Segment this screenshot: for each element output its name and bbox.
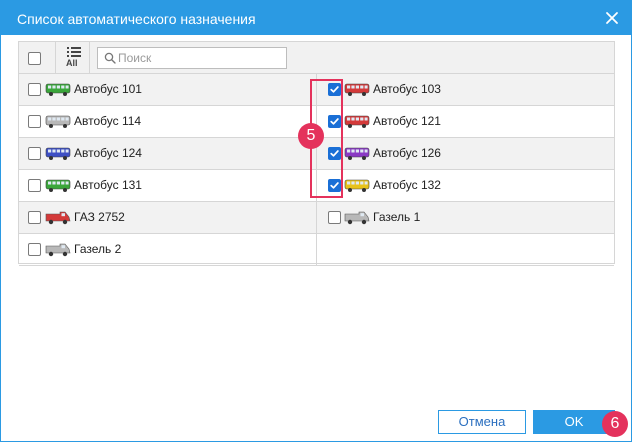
grid-toolbar: All: [19, 42, 614, 74]
all-label: All: [66, 58, 78, 68]
list-icon: [67, 47, 81, 57]
unit-name: Автобус 121: [373, 114, 441, 128]
search-icon: [104, 52, 116, 64]
unit-cell: Автобус 103: [317, 74, 614, 105]
bus-icon: [45, 146, 71, 166]
unit-cell: Автобус 126: [317, 138, 614, 169]
unit-cell: ГАЗ 2752: [19, 202, 317, 233]
unit-cell: Газель 1: [317, 202, 614, 233]
unit-cell: Автобус 114: [19, 106, 317, 137]
show-all-button[interactable]: All: [55, 42, 90, 73]
bus-icon: [45, 114, 71, 134]
unit-name: Автобус 131: [74, 178, 142, 192]
table-row: ГАЗ 2752 Газель 1: [19, 202, 614, 234]
close-icon[interactable]: [603, 9, 621, 27]
unit-name: Автобус 132: [373, 178, 441, 192]
unit-checkbox[interactable]: [328, 83, 341, 96]
annotation-badge-5: 5: [298, 123, 324, 149]
table-row: Автобус 101 Автобус 103: [19, 74, 614, 106]
unit-cell: Автобус 121: [317, 106, 614, 137]
search-box[interactable]: [97, 47, 287, 69]
unit-list: Автобус 101 Автобус 103 Автобус 114 Автобус…: [19, 74, 614, 266]
unit-checkbox[interactable]: [28, 179, 41, 192]
unit-name: Автобус 103: [373, 82, 441, 96]
bus-icon: [45, 82, 71, 102]
dialog-title: Список автоматического назначения: [17, 11, 256, 27]
unit-checkbox[interactable]: [328, 147, 341, 160]
unit-checkbox[interactable]: [328, 179, 341, 192]
unit-name: ГАЗ 2752: [74, 210, 125, 224]
unit-name: Автобус 126: [373, 146, 441, 160]
unit-checkbox[interactable]: [28, 147, 41, 160]
unit-grid: All Автобус 101Автобус 103Автобус 114Авт…: [18, 41, 615, 266]
unit-checkbox[interactable]: [28, 115, 41, 128]
unit-checkbox[interactable]: [28, 211, 41, 224]
bus-icon: [45, 178, 71, 198]
unit-cell: Автобус 132: [317, 170, 614, 201]
unit-cell: Автобус 131: [19, 170, 317, 201]
bus-icon: [344, 178, 370, 198]
unit-name: Газель 1: [373, 210, 421, 224]
unit-checkbox[interactable]: [328, 211, 341, 224]
unit-cell: Автобус 101: [19, 74, 317, 105]
bus-icon: [344, 146, 370, 166]
unit-cell: Автобус 124: [19, 138, 317, 169]
van-icon: [344, 210, 370, 230]
unit-name: Автобус 101: [74, 82, 142, 96]
van-icon: [45, 210, 71, 230]
unit-name: Автобус 124: [74, 146, 142, 160]
cancel-button[interactable]: Отмена: [438, 410, 526, 434]
table-row: Газель 2: [19, 234, 614, 266]
unit-checkbox[interactable]: [28, 243, 41, 256]
unit-cell: [317, 234, 614, 265]
unit-checkbox[interactable]: [328, 115, 341, 128]
unit-checkbox[interactable]: [28, 83, 41, 96]
annotation-badge-6: 6: [602, 411, 628, 437]
table-row: Автобус 131 Автобус 132: [19, 170, 614, 202]
auto-assign-dialog: Список автоматического назначения All По…: [0, 0, 632, 442]
bus-icon: [344, 114, 370, 134]
select-all-checkbox[interactable]: [28, 52, 41, 65]
van-icon: [45, 242, 71, 262]
bus-icon: [344, 82, 370, 102]
dialog-titlebar: Список автоматического назначения: [1, 1, 631, 35]
search-input[interactable]: [118, 49, 282, 67]
unit-name: Газель 2: [74, 242, 122, 256]
unit-name: Автобус 114: [74, 114, 142, 128]
unit-cell: Газель 2: [19, 234, 317, 265]
